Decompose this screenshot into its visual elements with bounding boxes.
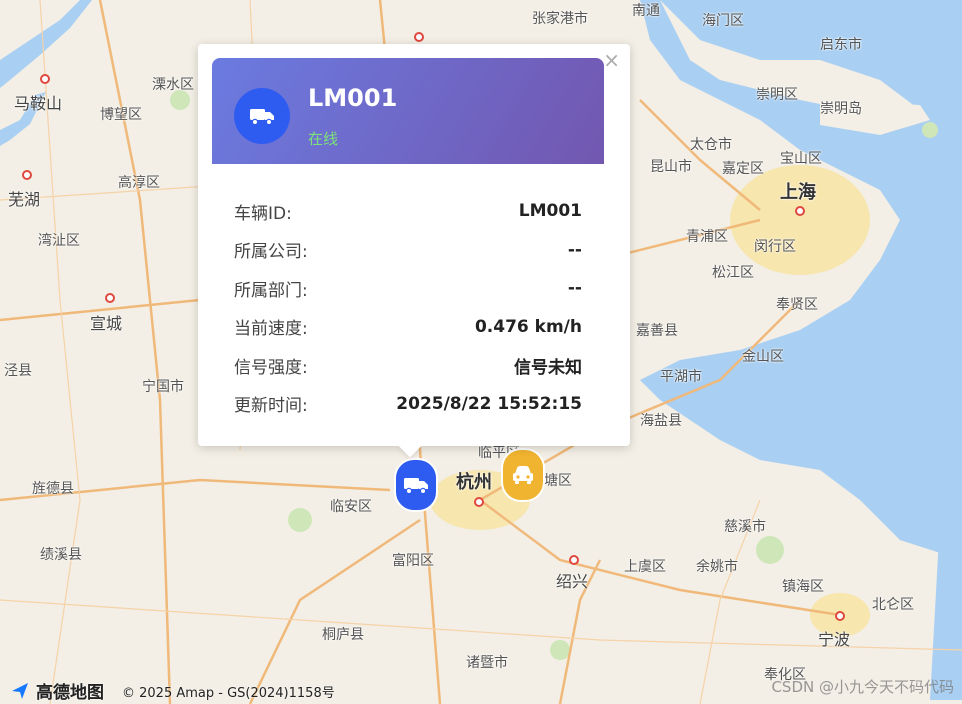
vehicle-details: 车辆ID: LM001 所属公司: -- 所属部门: -- 当前速度: 0.47… (234, 192, 582, 423)
detail-row: 信号强度: 信号未知 (234, 346, 582, 385)
map-label: 海门区 (702, 13, 744, 29)
map-label: 富阳区 (392, 553, 434, 569)
detail-row: 当前速度: 0.476 km/h (234, 308, 582, 347)
detail-row: 所属公司: -- (234, 231, 582, 270)
watermark: CSDN @小九今天不码代码 (771, 678, 954, 696)
detail-label: 所属部门: (234, 280, 308, 301)
vehicle-title: LM001 (308, 84, 398, 112)
detail-value: LM001 (518, 201, 582, 222)
map-label: 昆山市 (650, 159, 692, 175)
map-label: 南通 (632, 3, 660, 19)
detail-value: -- (567, 278, 582, 299)
city-pin (414, 32, 424, 42)
map-label: 慈溪市 (724, 519, 766, 535)
detail-label: 信号强度: (234, 357, 308, 378)
city-pin (474, 497, 484, 507)
map-label: 宁国市 (142, 379, 184, 395)
map-label: 海盐县 (640, 413, 682, 429)
detail-value: 0.476 km/h (474, 316, 582, 337)
map-label: 高淳区 (118, 175, 160, 191)
detail-value: 信号未知 (514, 357, 582, 378)
truck-icon (250, 109, 274, 126)
map-label: 博望区 (100, 107, 142, 123)
map-label: 塘区 (544, 473, 572, 489)
map-label: 杭州 (456, 472, 492, 493)
map-label: 启东市 (820, 37, 862, 53)
vehicle-avatar (234, 88, 290, 144)
map-label: 镇海区 (782, 579, 824, 595)
map-label: 太仓市 (690, 137, 732, 153)
city-pin (105, 293, 115, 303)
detail-value: 2025/8/22 15:52:15 (396, 393, 582, 414)
map-label: 湾沚区 (38, 233, 80, 249)
map-label: 芜湖 (8, 190, 41, 209)
navigation-arrow-icon (12, 682, 28, 699)
map-label: 嘉善县 (636, 323, 678, 339)
popup-header: LM001 在线 (212, 58, 604, 164)
map-label: 绍兴 (556, 572, 589, 591)
map-label: 嘉定区 (722, 161, 764, 177)
map-label: 奉贤区 (776, 297, 818, 313)
vehicle-info-popup: × LM001 在线 车辆ID: LM001 所属公司: -- 所属部门: --… (198, 44, 630, 458)
detail-label: 所属公司: (234, 242, 308, 263)
map-label: 绩溪县 (40, 547, 82, 563)
map-label: 桐庐县 (322, 627, 364, 643)
map-label: 宁波 (818, 630, 851, 649)
map-label: 上海 (780, 182, 816, 203)
map-label: 金山区 (742, 349, 784, 365)
map-label: 松江区 (712, 265, 754, 281)
detail-value: -- (567, 239, 582, 260)
map-label: 马鞍山 (14, 94, 63, 113)
detail-row: 车辆ID: LM001 (234, 192, 582, 231)
map-label: 临安区 (330, 499, 372, 515)
city-pin (795, 206, 805, 216)
map-label: 宝山区 (780, 151, 822, 167)
map-label: 闵行区 (754, 239, 796, 255)
city-pin (22, 170, 32, 180)
detail-label: 更新时间: (234, 396, 308, 417)
city-pin (569, 555, 579, 565)
city-pin (835, 611, 845, 621)
vehicle-marker-selected[interactable] (394, 458, 438, 512)
detail-row: 所属部门: -- (234, 269, 582, 308)
map-label: 北仑区 (872, 597, 914, 613)
map-copyright: © 2025 Amap - GS(2024)1158号 (122, 686, 335, 701)
detail-label: 车辆ID: (234, 203, 292, 224)
amap-brand: 高德地图 (36, 683, 104, 703)
detail-label: 当前速度: (234, 319, 308, 340)
map-label: 崇明岛 (820, 101, 862, 117)
car-icon (513, 466, 533, 484)
map-label: 诸暨市 (466, 655, 508, 671)
map-label: 张家港市 (532, 11, 588, 27)
map-label: 泾县 (4, 363, 32, 379)
map-label: 宣城 (90, 314, 123, 333)
status-badge: 在线 (308, 130, 339, 148)
map-label: 溧水区 (152, 77, 194, 93)
map-label: 青浦区 (686, 229, 728, 245)
map-label: 上虞区 (624, 559, 666, 575)
truck-icon (404, 478, 428, 495)
city-pin (40, 74, 50, 84)
map-label: 崇明区 (756, 87, 798, 103)
close-button[interactable]: × (603, 50, 620, 70)
map-label: 平湖市 (660, 369, 702, 385)
detail-row: 更新时间: 2025/8/22 15:52:15 (234, 385, 582, 424)
map-label: 余姚市 (696, 559, 738, 575)
map-label: 旌德县 (32, 481, 74, 497)
vehicle-marker[interactable] (501, 448, 545, 502)
amap-logo[interactable]: 高德地图 (10, 678, 104, 703)
